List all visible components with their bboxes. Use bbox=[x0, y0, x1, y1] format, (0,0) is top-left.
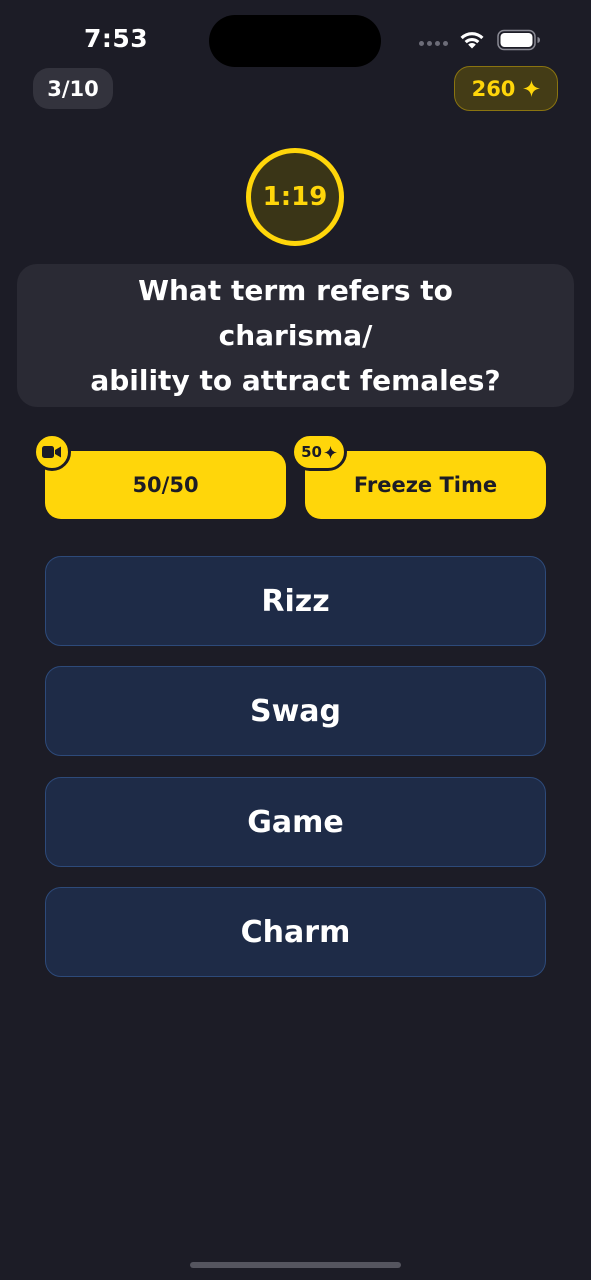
answer-option[interactable]: Swag bbox=[45, 666, 546, 756]
question-line-2: ability to attract females? bbox=[90, 364, 501, 397]
coins-count: 260 bbox=[471, 76, 516, 101]
answer-option[interactable]: Charm bbox=[45, 887, 546, 977]
dynamic-island bbox=[209, 15, 381, 67]
answer-option[interactable]: Game bbox=[45, 777, 546, 867]
sparkle-icon bbox=[323, 445, 337, 459]
battery-icon bbox=[497, 29, 540, 51]
video-camera-icon bbox=[33, 433, 71, 471]
freeze-cost-badge: 50 bbox=[291, 433, 347, 471]
question-progress-badge: 3/10 bbox=[33, 68, 113, 109]
fifty-fifty-button[interactable]: 50/50 bbox=[45, 451, 286, 519]
home-indicator[interactable] bbox=[190, 1262, 401, 1268]
coins-balance[interactable]: 260 bbox=[454, 66, 558, 111]
question-card: What term refers to charisma/ ability to… bbox=[17, 264, 574, 407]
countdown-timer: 1:19 bbox=[246, 148, 344, 246]
question-line-1: What term refers to charisma/ bbox=[138, 274, 453, 352]
answer-option[interactable]: Rizz bbox=[45, 556, 546, 646]
wifi-icon bbox=[460, 32, 484, 49]
freeze-cost-value: 50 bbox=[301, 443, 322, 461]
question-text: What term refers to charisma/ ability to… bbox=[57, 268, 534, 403]
cellular-signal-icon bbox=[419, 41, 448, 46]
status-time: 7:53 bbox=[84, 24, 149, 53]
sparkle-icon bbox=[523, 80, 541, 97]
